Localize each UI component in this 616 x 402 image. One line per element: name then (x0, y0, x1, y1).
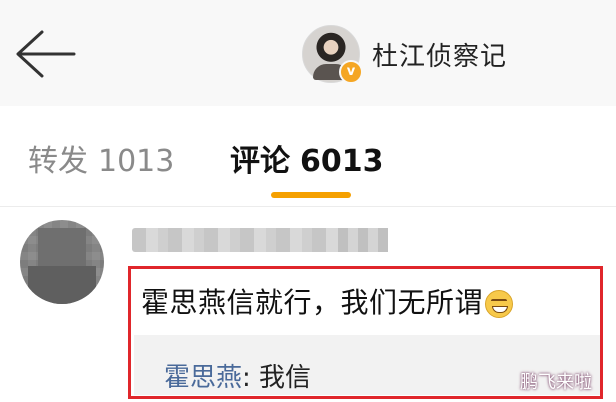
reply-author-link[interactable]: 霍思燕 (164, 363, 242, 393)
account-avatar[interactable]: v (302, 25, 363, 84)
top-bar: v 杜江侦察记 (0, 0, 616, 106)
commenter-avatar[interactable] (20, 220, 104, 304)
account-info[interactable]: v 杜江侦察记 (302, 24, 507, 84)
active-tab-indicator (271, 192, 351, 198)
comment-text: 霍思燕信就行，我们无所谓 (141, 281, 514, 321)
tab-comments-count: 6013 (300, 144, 384, 179)
commenter-name-blurred[interactable] (132, 228, 388, 252)
tab-repost-label: 转发 (28, 144, 88, 179)
tab-comments[interactable]: 评论 6013 (230, 136, 384, 180)
watermark-text: 鹏飞来啦 (520, 372, 592, 393)
reply-separator: : (242, 363, 260, 393)
reply-line: 霍思燕: 我信 (164, 357, 311, 394)
verified-badge-icon: v (339, 60, 363, 84)
tab-comments-label: 评论 (230, 144, 290, 179)
account-name[interactable]: 杜江侦察记 (372, 36, 507, 73)
tab-repost-count: 1013 (98, 144, 175, 179)
back-button[interactable] (12, 28, 78, 80)
back-arrow-icon (16, 30, 76, 78)
grin-emoji-icon (485, 290, 514, 318)
tabs-bar: 转发 1013 评论 6013 (0, 106, 616, 207)
comment-body: 霍思燕信就行，我们无所谓 (141, 286, 484, 319)
tab-repost[interactable]: 转发 1013 (28, 136, 174, 180)
reply-text: 我信 (259, 363, 312, 393)
